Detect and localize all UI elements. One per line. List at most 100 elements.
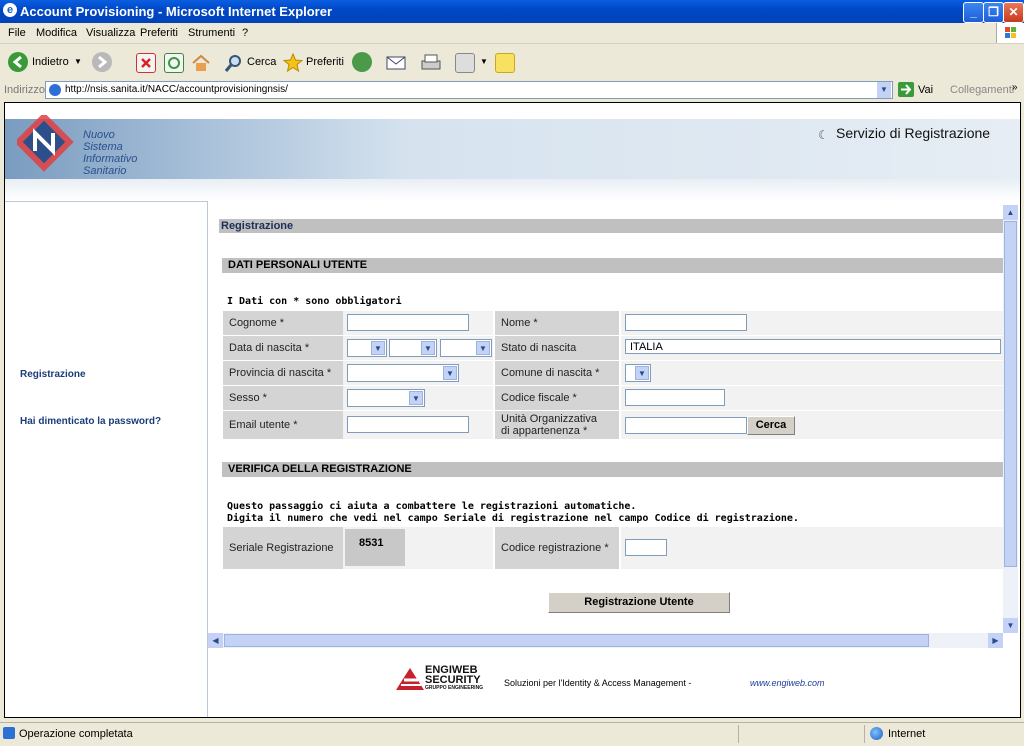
menu-visualizza[interactable]: Visualizza [86,27,135,39]
minimize-button[interactable]: _ [963,2,984,23]
email-input[interactable] [347,416,469,433]
birth-year-select[interactable]: ▼ [440,339,492,357]
unita-organizzativa-input[interactable] [625,417,747,434]
links-label[interactable]: Collegamenti [950,84,1014,96]
favorites-button-label[interactable]: Preferiti [306,50,344,74]
search-icon[interactable] [224,53,242,72]
inner-vertical-scrollbar[interactable]: ▲ ▼ [1003,205,1018,633]
cognome-input[interactable] [347,314,469,331]
sidebar [5,201,208,717]
cell-codice-registrazione [621,527,1003,569]
vertical-scroll-thumb[interactable] [1004,221,1017,567]
section-verify: VERIFICA DELLA REGISTRAZIONE [222,462,1008,477]
refresh-icon[interactable] [164,53,184,73]
label-codice-registrazione: Codice registrazione * [495,527,619,569]
inner-horizontal-scrollbar[interactable]: ◀ ▶ [208,633,1003,648]
address-dropdown-icon[interactable]: ▼ [877,82,891,98]
print-icon[interactable] [420,53,441,71]
back-dropdown-icon[interactable]: ▼ [74,50,82,74]
service-title: Servizio di Registrazione [836,125,991,141]
go-button[interactable]: Vai [918,84,933,96]
status-divider [738,725,739,743]
zone-label: Internet [888,728,926,740]
label-sesso: Sesso * [223,386,347,410]
comune-nascita-select[interactable]: ▼ [625,364,651,382]
stop-icon[interactable] [136,53,156,73]
stato-nascita-input[interactable]: ITALIA [625,339,1001,354]
scroll-left-icon[interactable]: ◀ [208,633,223,648]
logo-line-3: Informativo [83,153,138,165]
cell-comune-nascita [621,361,1003,385]
address-input[interactable]: http://nsis.sanita.it/NACC/accountprovis… [45,81,893,99]
page-icon [49,84,61,96]
status-divider [864,725,865,743]
edit-icon[interactable] [455,53,475,73]
label-cognome: Cognome * [223,311,347,335]
ie-icon: e [3,3,17,17]
maximize-button[interactable]: ❐ [983,2,1004,23]
edit-dropdown-icon[interactable]: ▼ [480,50,488,74]
seriale-value: 8531 [345,529,405,566]
scroll-down-icon[interactable]: ▼ [1003,618,1018,633]
scroll-right-icon[interactable]: ▶ [988,633,1003,648]
provincia-nascita-select[interactable]: ▼ [347,364,459,382]
address-url: http://nsis.sanita.it/NACC/accountprovis… [65,84,288,95]
menu-strumenti[interactable]: Strumenti [188,27,235,39]
footer-link[interactable]: www.engiweb.com [750,678,825,688]
menu-preferiti[interactable]: Preferiti [140,27,178,39]
footer-tagline: Soluzioni per l'Identity & Access Manage… [504,678,692,688]
go-arrow-icon[interactable] [898,82,914,97]
menu-help[interactable]: ? [242,27,248,39]
menu-modifica[interactable]: Modifica [36,27,77,39]
codice-fiscale-input[interactable] [625,389,725,406]
links-chevron-icon[interactable]: » [1012,82,1018,93]
status-bar: Operazione completata Internet [0,722,1024,746]
title-bar[interactable]: e Account Provisioning - Microsoft Inter… [0,0,1024,23]
close-button[interactable]: ✕ [1003,2,1024,23]
label-unita-organizzativa: Unità Organizzativa di appartenenza * [495,411,619,439]
section-personal-data: DATI PERSONALI UTENTE [222,258,1008,273]
label-data-nascita: Data di nascita * [223,336,347,360]
sidebar-link-registrazione[interactable]: Registrazione [20,369,86,380]
horizontal-scroll-thumb[interactable] [224,634,929,647]
codice-registrazione-input[interactable] [625,539,667,556]
favorites-star-icon[interactable] [282,52,304,73]
birth-month-select[interactable]: ▼ [389,339,437,357]
messenger-icon[interactable] [495,53,515,73]
engiweb-brand: ENGIWEB SECURITY GRUPPO ENGINEERING [425,665,483,692]
nsis-logo-icon [14,112,77,173]
search-button-label[interactable]: Cerca [247,50,276,74]
windows-logo-icon [996,23,1024,43]
history-icon[interactable] [352,52,372,72]
back-arrow-icon[interactable] [8,52,28,72]
scroll-up-icon[interactable]: ▲ [1003,205,1018,220]
logo-line-4: Sanitario [83,165,127,177]
brand-line-2: SECURITY [425,674,481,686]
sesso-select[interactable]: ▼ [347,389,425,407]
page-content: Nuovo Sistema Informativo Sanitario ☾ Se… [4,102,1021,718]
label-codice-fiscale: Codice fiscale * [495,386,619,410]
label-stato-nascita: Stato di nascita [495,336,619,360]
birth-day-select[interactable]: ▼ [347,339,387,357]
label-email: Email utente * [223,411,347,439]
status-page-icon [3,727,15,739]
registration-submit-button[interactable]: Registrazione Utente [548,592,730,613]
back-button-label[interactable]: Indietro [32,50,69,74]
logo-line-1: Nuovo [83,129,115,141]
banner-fade [5,179,1020,201]
nsis-logo-text: Nuovo Sistema Informativo Sanitario [83,129,137,177]
mail-icon[interactable] [386,53,406,71]
forward-arrow-icon[interactable] [92,52,112,72]
sidebar-link-forgot-password[interactable]: Hai dimenticato la password? [20,416,161,427]
label-seriale: Seriale Registrazione [223,527,347,569]
nome-input[interactable] [625,314,747,331]
globe-icon [870,727,883,740]
menu-file[interactable]: File [8,27,26,39]
chevron-down-icon: ▼ [476,341,490,355]
home-icon[interactable] [191,53,210,71]
cerca-button[interactable]: Cerca [747,416,795,435]
window-title: Account Provisioning - Microsoft Interne… [20,4,333,19]
page-header: Registrazione [219,219,1006,233]
unita-label-line-2: di appartenenza * [501,425,588,437]
address-label: Indirizzo [4,84,45,96]
